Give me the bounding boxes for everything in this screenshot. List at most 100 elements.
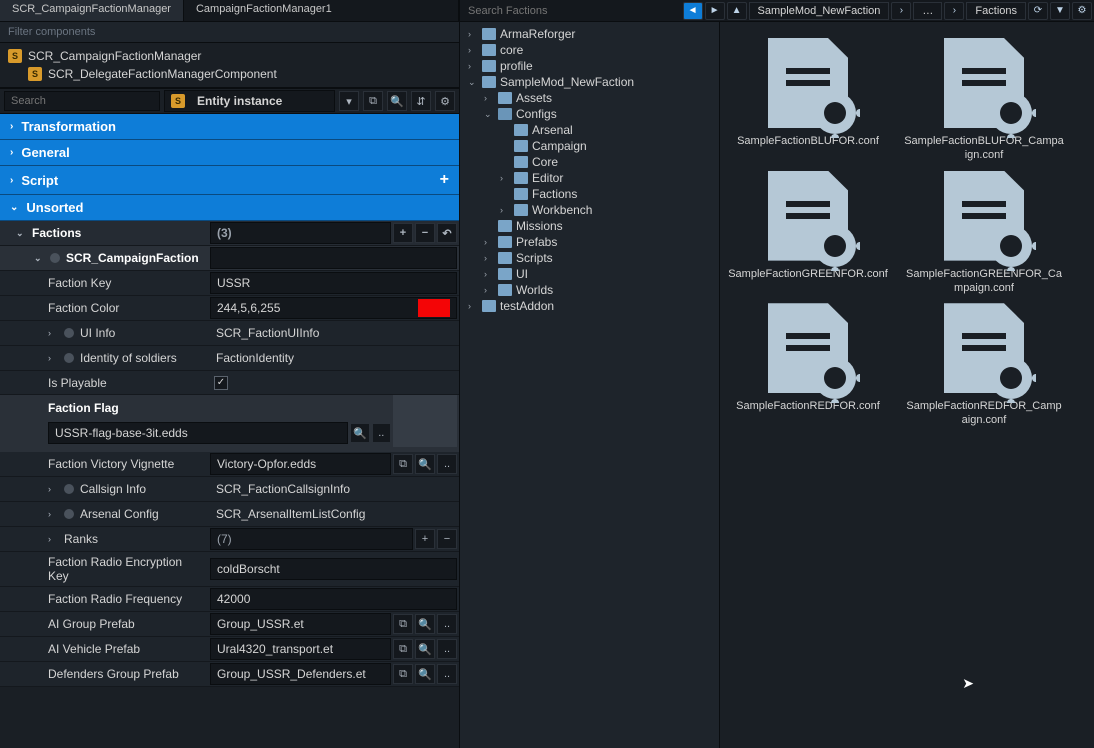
prop-label[interactable]: ›Callsign Info [0, 479, 210, 499]
breadcrumb-sep-icon[interactable]: › [944, 2, 964, 20]
tree-node[interactable]: ›Workbench [460, 202, 719, 218]
file-item[interactable]: SampleFactionGREENFOR.conf [728, 171, 888, 296]
search-input[interactable] [4, 91, 160, 111]
ai-group-input[interactable]: Group_USSR.et [210, 613, 391, 635]
browse-icon[interactable]: .. [437, 454, 457, 474]
tree-node[interactable]: ⌄SampleMod_NewFaction [460, 74, 719, 90]
chevron-icon[interactable]: ⌄ [484, 109, 494, 120]
refresh-icon[interactable]: ⟳ [1028, 2, 1048, 20]
gear-icon[interactable]: ⚙ [1072, 2, 1092, 20]
breadcrumb-sep-icon[interactable]: › [891, 2, 911, 20]
tree-node[interactable]: ›Editor [460, 170, 719, 186]
component-item[interactable]: SSCR_CampaignFactionManager [0, 47, 459, 65]
browse-icon[interactable]: .. [437, 639, 457, 659]
chevron-icon[interactable]: › [484, 285, 494, 295]
factions-row[interactable]: ⌄Factions (3) +−↶ [0, 221, 459, 246]
radio-freq-input[interactable]: 42000 [210, 588, 457, 610]
prop-label[interactable]: ›Identity of soldiers [0, 348, 210, 368]
file-item[interactable]: SampleFactionGREENFOR_Campaign.conf [904, 171, 1064, 296]
tree-node[interactable]: Core [460, 154, 719, 170]
tree-node[interactable]: ›Worlds [460, 282, 719, 298]
tree-node[interactable]: Arsenal [460, 122, 719, 138]
file-item[interactable]: SampleFactionREDFOR_Campaign.conf [904, 303, 1064, 428]
component-item[interactable]: SSCR_DelegateFactionManagerComponent [20, 65, 459, 83]
search-icon[interactable]: 🔍 [387, 91, 407, 111]
tree-node[interactable]: ›testAddon [460, 298, 719, 314]
tab-entity[interactable]: SCR_CampaignFactionManager [0, 0, 184, 21]
tab-instance[interactable]: CampaignFactionManager1 [184, 0, 459, 21]
chevron-icon[interactable]: › [500, 173, 510, 183]
tree-node[interactable]: ›Scripts [460, 250, 719, 266]
browse-icon[interactable]: .. [437, 614, 457, 634]
tree-node[interactable]: ›Assets [460, 90, 719, 106]
search-icon[interactable]: 🔍 [350, 423, 369, 443]
tree-node[interactable]: Factions [460, 186, 719, 202]
faction-item-row[interactable]: ⌄SCR_CampaignFaction [0, 246, 459, 271]
remove-icon[interactable]: − [415, 223, 435, 243]
is-playable-checkbox[interactable]: ✓ [214, 376, 228, 390]
section-script[interactable]: ›Script+ [0, 166, 459, 195]
defenders-input[interactable]: Group_USSR_Defenders.et [210, 663, 391, 685]
add-icon[interactable]: + [393, 223, 413, 243]
hierarchy-icon[interactable]: ⇵ [411, 91, 431, 111]
add-icon[interactable]: + [415, 529, 435, 549]
chevron-icon[interactable]: › [468, 45, 478, 55]
search-icon[interactable]: 🔍 [415, 614, 435, 634]
chevron-icon[interactable]: › [500, 205, 510, 215]
tree-node[interactable]: ⌄Configs [460, 106, 719, 122]
add-icon[interactable]: + [440, 171, 449, 189]
tree-node[interactable]: ›profile [460, 58, 719, 74]
chevron-icon[interactable]: ⌄ [468, 77, 478, 88]
chevron-icon[interactable]: › [484, 253, 494, 263]
open-external-icon[interactable]: ⧉ [363, 91, 383, 111]
tree-node[interactable]: Missions [460, 218, 719, 234]
faction-key-input[interactable]: USSR [210, 272, 457, 294]
radio-key-input[interactable]: coldBorscht [210, 558, 457, 580]
chevron-icon[interactable]: › [468, 301, 478, 311]
tree-node[interactable]: ›UI [460, 266, 719, 282]
entity-instance-dropdown[interactable]: SEntity instance [164, 90, 335, 112]
prop-label[interactable]: ›UI Info [0, 323, 210, 343]
nav-forward-icon[interactable]: ► [705, 2, 725, 20]
open-external-icon[interactable]: ⧉ [393, 454, 413, 474]
browse-icon[interactable]: .. [372, 423, 391, 443]
chevron-icon[interactable]: › [484, 237, 494, 247]
search-icon[interactable]: 🔍 [415, 639, 435, 659]
faction-flag-input[interactable] [48, 422, 348, 444]
vignette-input[interactable]: Victory-Opfor.edds [210, 453, 391, 475]
faction-color-input[interactable]: 244,5,6,255 [210, 297, 457, 319]
open-external-icon[interactable]: ⧉ [393, 664, 413, 684]
chevron-icon[interactable]: › [484, 269, 494, 279]
prop-label[interactable]: ›Arsenal Config [0, 504, 210, 524]
file-item[interactable]: SampleFactionBLUFOR_Campaign.conf [904, 38, 1064, 163]
nav-back-icon[interactable]: ◄ [683, 2, 703, 20]
search-icon[interactable]: 🔍 [415, 454, 435, 474]
tree-node[interactable]: ›ArmaReforger [460, 26, 719, 42]
open-external-icon[interactable]: ⧉ [393, 614, 413, 634]
prop-label[interactable]: ›Ranks [0, 529, 210, 549]
tree-node[interactable]: Campaign [460, 138, 719, 154]
file-item[interactable]: SampleFactionBLUFOR.conf [728, 38, 888, 163]
breadcrumb[interactable]: Factions [966, 2, 1026, 20]
resource-search-input[interactable] [462, 2, 681, 20]
filter-icon[interactable]: ▼ [1050, 2, 1070, 20]
section-general[interactable]: ›General [0, 140, 459, 166]
reset-icon[interactable]: ↶ [437, 223, 457, 243]
tree-node[interactable]: ›core [460, 42, 719, 58]
breadcrumb[interactable]: SampleMod_NewFaction [749, 2, 890, 20]
nav-up-icon[interactable]: ▲ [727, 2, 747, 20]
remove-icon[interactable]: − [437, 529, 457, 549]
faction-item-value[interactable] [210, 247, 457, 269]
dropdown-toggle-icon[interactable]: ▾ [339, 91, 359, 111]
section-unsorted[interactable]: ⌄Unsorted [0, 195, 459, 221]
breadcrumb-ellipsis[interactable]: … [913, 2, 942, 20]
filter-components[interactable]: Filter components [0, 22, 459, 43]
color-swatch[interactable] [418, 299, 450, 317]
chevron-icon[interactable]: › [468, 29, 478, 39]
chevron-icon[interactable]: › [468, 61, 478, 71]
gear-icon[interactable]: ⚙ [435, 91, 455, 111]
chevron-icon[interactable]: › [484, 93, 494, 103]
section-transformation[interactable]: ›Transformation [0, 114, 459, 140]
tree-node[interactable]: ›Prefabs [460, 234, 719, 250]
file-item[interactable]: SampleFactionREDFOR.conf [728, 303, 888, 428]
